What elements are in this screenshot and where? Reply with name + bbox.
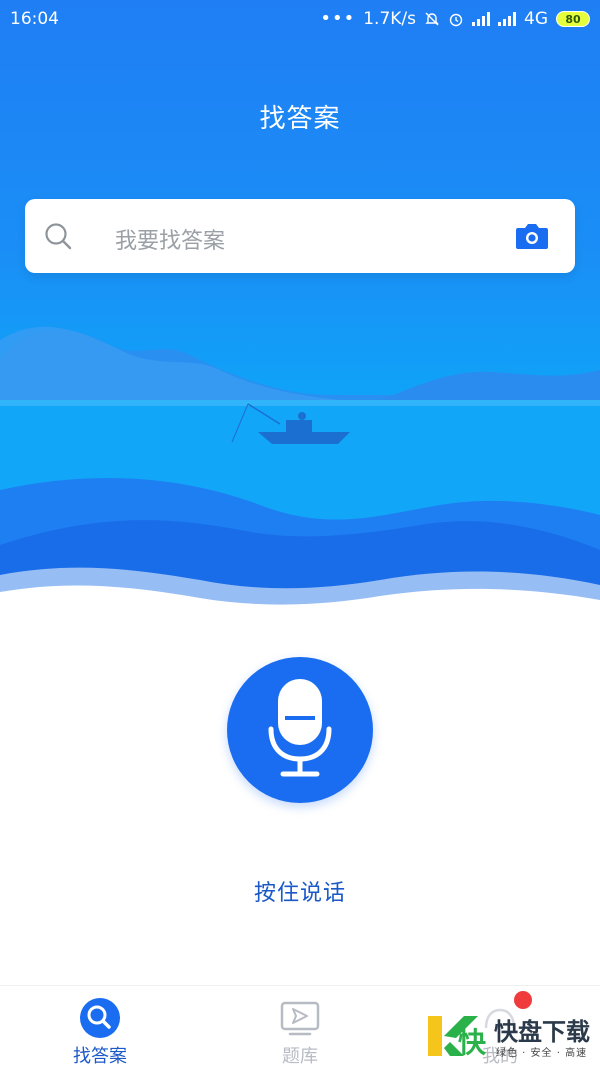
- status-icons: ••• 1.7K/s 4G 80: [320, 9, 590, 29]
- overflow-dots: •••: [320, 8, 356, 29]
- alarm-icon: [449, 13, 463, 27]
- microphone-icon: [268, 679, 332, 777]
- voice-record-button[interactable]: [227, 657, 373, 803]
- tab-find-answer[interactable]: 找答案: [0, 986, 200, 1068]
- tab-label: 题库: [282, 1046, 318, 1067]
- status-time: 16:04: [10, 9, 59, 29]
- k-logo-icon: 快: [428, 1016, 487, 1059]
- camera-icon[interactable]: [515, 222, 549, 250]
- landscape-illustration: [0, 326, 600, 640]
- watermark-slogan: 绿色 · 安全 · 高速: [496, 1048, 588, 1059]
- notification-dot: [514, 991, 532, 1009]
- tab-question-bank[interactable]: 题库: [200, 986, 400, 1068]
- signal-bars-icon: [472, 12, 490, 26]
- hold-to-talk-label: 按住说话: [253, 881, 346, 906]
- search-icon: [45, 223, 72, 250]
- watermark-brand: 快盘下载: [494, 1018, 590, 1046]
- svg-text:快: 快: [458, 1026, 487, 1059]
- signal-bars-hd-icon: [498, 12, 516, 26]
- network-type: 4G: [524, 9, 548, 29]
- search-input[interactable]: 我要找答案: [115, 223, 225, 255]
- play-tab-icon: [280, 1001, 320, 1036]
- mute-bell-icon: [425, 12, 439, 26]
- page-title: 找答案: [259, 104, 341, 134]
- bottom-tab-bar: 找答案 题库 我的 快 快盘下载 绿色 · 安全 · 高速: [0, 985, 600, 1068]
- battery-icon: 80: [556, 11, 590, 27]
- search-bar[interactable]: 我要找答案: [25, 199, 575, 273]
- watermark-logo: 快 快盘下载 绿色 · 安全 · 高速: [424, 1008, 592, 1062]
- status-bar: 16:04 ••• 1.7K/s 4G 80: [0, 0, 600, 40]
- tab-label: 找答案: [73, 1046, 127, 1067]
- battery-level: 80: [565, 12, 581, 26]
- net-speed: 1.7K/s: [363, 9, 416, 29]
- search-tab-icon: [80, 998, 120, 1038]
- hero-banner: 16:04 ••• 1.7K/s 4G 80 找答案 我要找答案: [0, 0, 600, 640]
